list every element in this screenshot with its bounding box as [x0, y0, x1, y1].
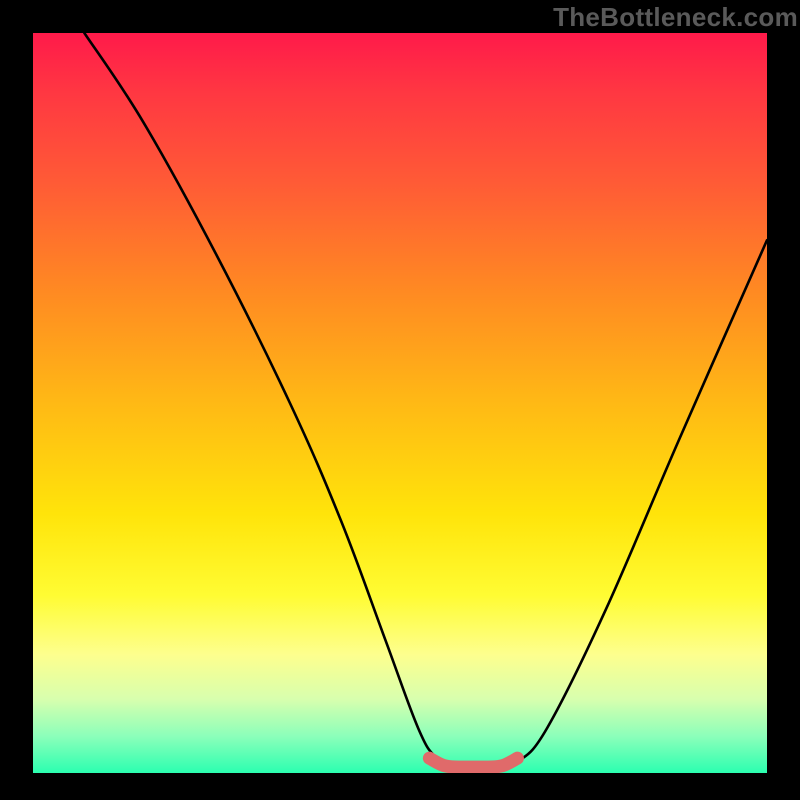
chart-svg	[33, 33, 767, 773]
red-marker-band-path	[429, 758, 517, 767]
watermark-text: TheBottleneck.com	[553, 2, 798, 33]
black-curve-path	[84, 33, 767, 770]
chart-frame: TheBottleneck.com	[0, 0, 800, 800]
plot-area	[33, 33, 767, 773]
